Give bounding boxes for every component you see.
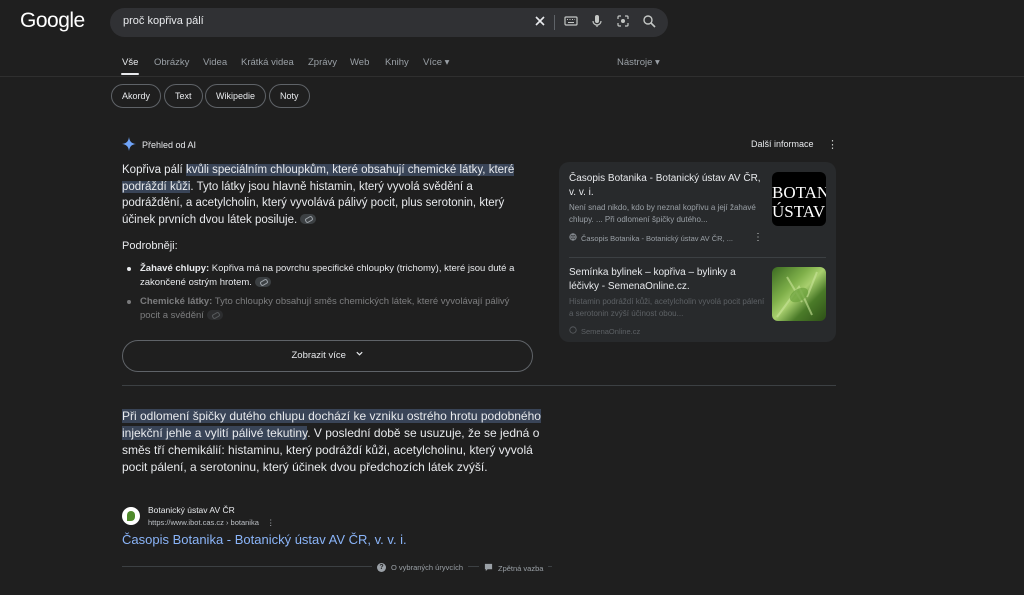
tab-all[interactable]: Vše (122, 57, 138, 68)
search-divider (554, 15, 555, 30)
clear-icon[interactable] (532, 14, 548, 30)
source-thumbnail-1[interactable]: BOTAN ÚSTAV (772, 172, 826, 226)
microphone-icon[interactable] (589, 14, 605, 30)
lens-icon[interactable] (615, 14, 631, 30)
details-heading: Podrobněji: (122, 240, 178, 252)
citation-link-icon[interactable] (300, 214, 317, 225)
sparkle-icon (122, 137, 136, 153)
result-site-url[interactable]: https://www.ibot.cas.cz › botanika ⋮ (148, 518, 274, 527)
bullet-bold: Chemické látky: (140, 296, 213, 307)
feedback-link[interactable]: Zpětná vazba (479, 563, 549, 574)
result-site-name[interactable]: Botanický ústav AV ČR (148, 505, 235, 515)
source-meta-2: SemenaOnline.cz (569, 326, 759, 336)
citation-link-icon[interactable] (206, 310, 223, 321)
ai-summary-start: Kopřiva pálí (122, 164, 186, 176)
tools-button[interactable]: Nástroje ▾ (617, 57, 660, 68)
source-title-2[interactable]: Semínka bylinek – kopřiva – bylinky a lé… (569, 266, 764, 294)
chip-wikipedie[interactable]: Wikipedie (205, 84, 267, 108)
feedback-label: Zpětná vazba (498, 564, 544, 573)
chevron-down-icon (355, 341, 364, 371)
site-favicon[interactable] (122, 507, 140, 525)
search-input[interactable]: proč kopřiva pálí (123, 15, 204, 27)
ai-overview-title: Přehled od AI (142, 140, 197, 150)
result-url-text: https://www.ibot.cas.cz › botanika (148, 518, 259, 527)
source-meta-1: Časopis Botanika - Botanický ústav AV ČR… (569, 233, 759, 243)
result-options-icon[interactable]: ⋮ (267, 518, 275, 527)
bullet-dot (127, 300, 131, 304)
show-more-button[interactable]: Zobrazit více (122, 340, 533, 372)
ai-overview-header: Přehled od AI (122, 137, 196, 153)
featured-snippet: Při odlomení špičky dutého chlupu docház… (122, 408, 552, 476)
tab-videos[interactable]: Videa (203, 57, 227, 68)
source-title-1[interactable]: Časopis Botanika - Botanický ústav AV ČR… (569, 172, 764, 200)
ai-summary-paragraph: Kopřiva pálí kvůli speciálním chloupkům,… (122, 162, 532, 228)
section-divider (122, 385, 836, 386)
keyboard-icon[interactable] (563, 14, 579, 30)
header-divider (0, 76, 1024, 77)
more-options-icon[interactable]: ⋮ (827, 138, 838, 151)
globe-icon (569, 233, 577, 243)
active-tab-indicator (121, 73, 139, 75)
search-box[interactable]: proč kopřiva pálí (110, 8, 668, 37)
globe-icon (569, 326, 577, 336)
chip-text[interactable]: Text (164, 84, 203, 108)
tab-web[interactable]: Web (350, 57, 369, 68)
tab-books[interactable]: Knihy (385, 57, 409, 68)
feedback-icon (484, 563, 493, 574)
chip-akordy[interactable]: Akordy (111, 84, 162, 108)
tab-news[interactable]: Zprávy (308, 57, 337, 68)
source-site-2: SemenaOnline.cz (581, 326, 641, 336)
about-snippets-label: O vybraných úryvcích (391, 563, 464, 572)
bullet-bold: Žahavé chlupy: (140, 263, 210, 274)
more-info-link[interactable]: Další informace (751, 139, 814, 149)
help-icon: ? (377, 563, 386, 572)
source-site-1: Časopis Botanika - Botanický ústav AV ČR… (581, 233, 734, 243)
bullet-item-chemicals: Chemické látky: Tyto chloupky obsahují s… (127, 295, 532, 323)
chip-noty[interactable]: Noty (269, 84, 310, 108)
search-icon[interactable] (641, 14, 657, 30)
source-snippet-2: Histamin podráždí kůži, acetylcholin vyv… (569, 297, 765, 318)
about-snippets-link[interactable]: ? O vybraných úryvcích (372, 563, 469, 572)
source-snippet-1: Není snad nikdo, kdo by neznal kopřivu a… (569, 203, 756, 224)
result-title-link[interactable]: Časopis Botanika - Botanický ústav AV ČR… (122, 532, 407, 547)
tab-short-videos[interactable]: Krátká videa (241, 57, 294, 68)
show-more-label: Zobrazit více (291, 350, 346, 361)
google-logo[interactable]: Google (20, 9, 85, 33)
source-thumbnail-2[interactable] (772, 267, 826, 321)
tab-more[interactable]: Více ▾ (423, 57, 449, 68)
bullet-item-hairs: Žahavé chlupy: Kopřiva má na povrchu spe… (127, 262, 532, 290)
tab-images[interactable]: Obrázky (154, 57, 189, 68)
source-options-icon[interactable]: ⋮ (753, 232, 763, 243)
bullet-dot (127, 267, 131, 271)
citation-link-icon[interactable] (254, 277, 271, 288)
source-divider (569, 257, 826, 258)
